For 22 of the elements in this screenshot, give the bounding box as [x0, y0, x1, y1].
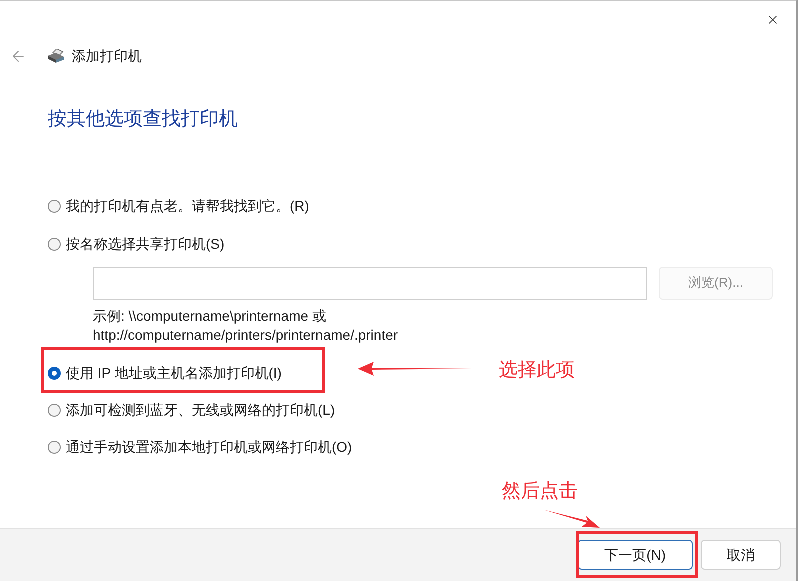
annotation-text: 选择此项: [499, 359, 575, 383]
dialog-button[interactable]: 下一页(N): [578, 540, 693, 570]
printer-name-field[interactable]: [93, 266, 647, 300]
radio-button[interactable]: [48, 367, 61, 380]
dialog-button[interactable]: 取消: [701, 540, 781, 570]
page-heading: 按其他选项查找打印机: [48, 108, 238, 132]
close-icon[interactable]: [766, 13, 780, 27]
option-label: 按名称选择共享打印机(S): [66, 235, 225, 254]
pointer-arrow: [544, 510, 600, 530]
option-label: 使用 IP 地址或主机名添加打印机(I): [66, 364, 282, 383]
option-label: 通过手动设置添加本地打印机或网络打印机(O): [66, 438, 352, 457]
annotation-text: 然后点击: [502, 480, 578, 504]
printer-icon: [47, 49, 65, 63]
radio-button[interactable]: [48, 441, 61, 454]
example-text: http://computername/printers/printername/.printer: [93, 326, 398, 344]
radio-button[interactable]: [48, 238, 61, 251]
example-text: 示例: \\computername\printername 或: [93, 306, 326, 326]
option-label: 我的打印机有点老。请帮我找到它。(R): [66, 197, 310, 216]
window-title: 添加打印机: [72, 46, 142, 66]
option-label: 添加可检测到蓝牙、无线或网络的打印机(L): [66, 401, 336, 420]
radio-button[interactable]: [48, 200, 61, 213]
radio-button[interactable]: [48, 404, 61, 417]
